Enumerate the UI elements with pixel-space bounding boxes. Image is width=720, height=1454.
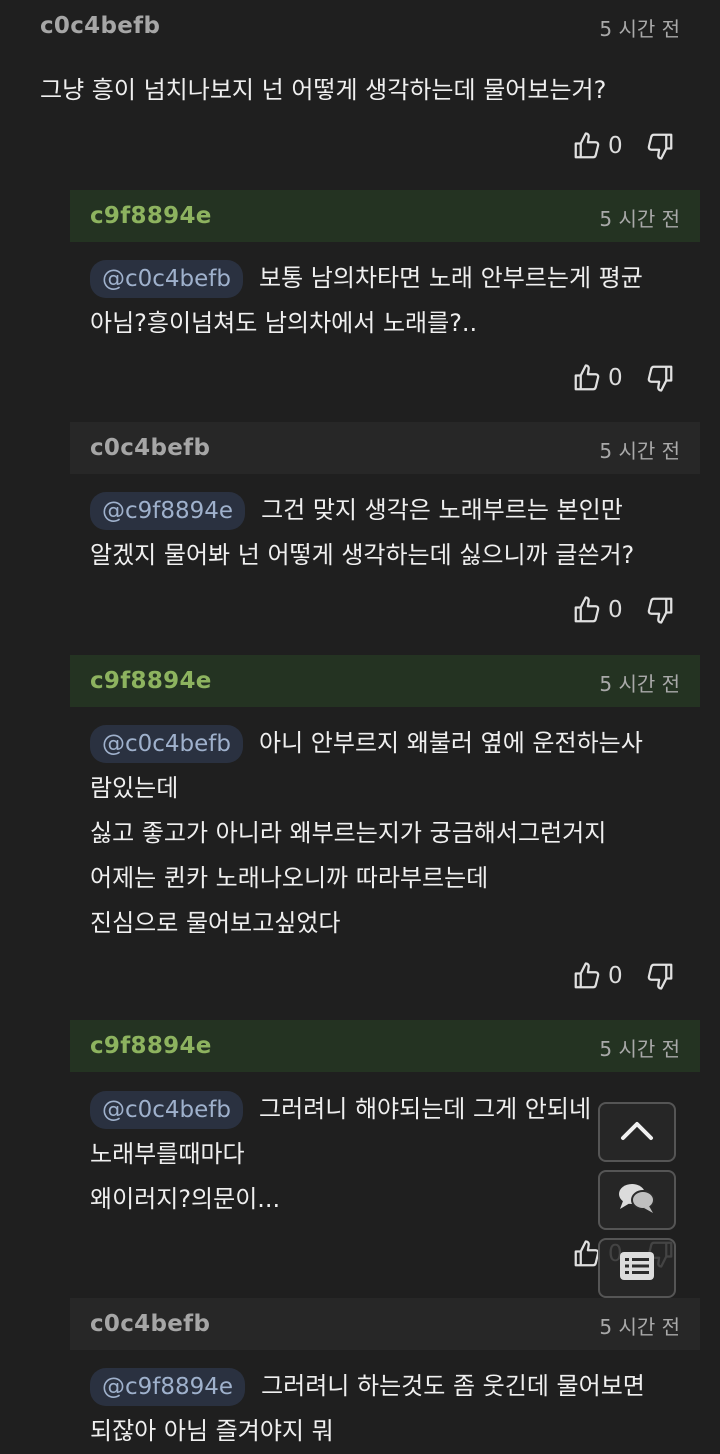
comments-button[interactable] bbox=[598, 1170, 676, 1230]
comment-text-line: 진심으로 물어보고싶었다 bbox=[90, 909, 341, 937]
mention-tag[interactable]: @c0c4befb bbox=[90, 260, 244, 298]
comment-body: 그냥 흥이 넘치나보지 넌 어떻게 생각하는데 물어보는거? bbox=[40, 68, 606, 113]
thumbs-up-icon[interactable] bbox=[572, 363, 602, 393]
comment-text-line: 되잖아 아님 즐겨야지 뭐 bbox=[90, 1417, 334, 1445]
comment-header: c0c4befb 5 시간 전 bbox=[20, 0, 700, 52]
comment-text-line: 노래부를때마다 bbox=[90, 1140, 245, 1168]
comment-text-line: 람있는데 bbox=[90, 774, 179, 802]
comment-text-line: 어제는 퀸카 노래나오니까 따라부르는데 bbox=[90, 864, 489, 892]
mention-tag[interactable]: @c9f8894e bbox=[90, 1368, 246, 1406]
thumbs-down-icon[interactable] bbox=[645, 961, 675, 991]
comment-author[interactable]: c9f8894e bbox=[90, 668, 212, 694]
reply-header: c9f8894e 5 시간 전 bbox=[70, 655, 700, 707]
comment-time: 5 시간 전 bbox=[599, 207, 680, 231]
scroll-top-button[interactable] bbox=[598, 1102, 676, 1162]
comment-text-line: 그러려니 해야되는데 그게 안되네 bbox=[259, 1095, 592, 1123]
comment-text-line: 아니 안부르지 왜불러 옆에 운전하는사 bbox=[259, 729, 643, 757]
reply-header: c0c4befb 5 시간 전 bbox=[70, 1298, 700, 1350]
vote-bar: 0 bbox=[572, 956, 675, 996]
comment-time: 5 시간 전 bbox=[599, 439, 680, 463]
comment-body: @c9f8894e 그러려니 하는것도 좀 웃긴데 물어보면 되잖아 아님 즐겨야… bbox=[90, 1364, 645, 1454]
chevron-up-icon bbox=[619, 1118, 655, 1146]
thumbs-up-icon[interactable] bbox=[572, 595, 602, 625]
vote-bar: 0 bbox=[572, 126, 675, 166]
like-count: 0 bbox=[608, 963, 623, 989]
comment-time: 5 시간 전 bbox=[599, 1315, 680, 1339]
mention-tag[interactable]: @c0c4befb bbox=[90, 1091, 244, 1129]
comment-body: @c9f8894e 그건 맞지 생각은 노래부르는 본인만 알겠지 물어봐 넌 어… bbox=[90, 488, 634, 578]
comment-author[interactable]: c9f8894e bbox=[90, 1033, 212, 1059]
like-count: 0 bbox=[608, 133, 623, 159]
comment-body: @c0c4befb 그러려니 해야되는데 그게 안되네 노래부를때마다 왜이러지?… bbox=[90, 1087, 591, 1222]
list-button[interactable] bbox=[598, 1238, 676, 1298]
comment-author[interactable]: c0c4befb bbox=[90, 435, 210, 461]
comment-time: 5 시간 전 bbox=[599, 672, 680, 696]
comment-text-line: 그러려니 하는것도 좀 웃긴데 물어보면 bbox=[261, 1372, 645, 1400]
comment-body: @c0c4befb 아니 안부르지 왜불러 옆에 운전하는사 람있는데 싫고 좋고… bbox=[90, 721, 643, 946]
vote-bar: 0 bbox=[572, 358, 675, 398]
comment-text-line: 싫고 좋고가 아니라 왜부르는지가 궁금해서그런거지 bbox=[90, 819, 607, 847]
comment-time: 5 시간 전 bbox=[599, 1037, 680, 1061]
thumbs-down-icon[interactable] bbox=[645, 131, 675, 161]
like-count: 0 bbox=[608, 365, 623, 391]
like-count: 0 bbox=[608, 597, 623, 623]
comment-time: 5 시간 전 bbox=[599, 17, 680, 41]
thumbs-up-icon[interactable] bbox=[572, 131, 602, 161]
comment-text-line: 보통 남의차타면 노래 안부르는게 평균 bbox=[259, 264, 643, 292]
comment-text-line: 알겠지 물어봐 넌 어떻게 생각하는데 싫으니까 글쓴거? bbox=[90, 541, 635, 569]
comment-text-line: 왜이러지?의문이... bbox=[90, 1185, 281, 1213]
chat-bubbles-icon bbox=[617, 1181, 657, 1219]
thumbs-up-icon[interactable] bbox=[572, 961, 602, 991]
thumbs-down-icon[interactable] bbox=[645, 595, 675, 625]
comment-body: @c0c4befb 보통 남의차타면 노래 안부르는게 평균 아님?흥이넘쳐도 남… bbox=[90, 256, 643, 346]
comment-text-line: 그냥 흥이 넘치나보지 넌 어떻게 생각하는데 물어보는거? bbox=[40, 76, 607, 104]
comment-author[interactable]: c9f8894e bbox=[90, 203, 212, 229]
comment-text-line: 그건 맞지 생각은 노래부르는 본인만 bbox=[261, 496, 623, 524]
mention-tag[interactable]: @c9f8894e bbox=[90, 492, 246, 530]
comment-author[interactable]: c0c4befb bbox=[40, 13, 160, 39]
reply-header: c9f8894e 5 시간 전 bbox=[70, 190, 700, 242]
vote-bar: 0 bbox=[572, 590, 675, 630]
thumbs-down-icon[interactable] bbox=[645, 363, 675, 393]
reply-header: c9f8894e 5 시간 전 bbox=[70, 1020, 700, 1072]
comment-author[interactable]: c0c4befb bbox=[90, 1311, 210, 1337]
reply-header: c0c4befb 5 시간 전 bbox=[70, 422, 700, 474]
mention-tag[interactable]: @c0c4befb bbox=[90, 725, 244, 763]
comment-text-line: 아님?흥이넘쳐도 남의차에서 노래를?.. bbox=[90, 309, 478, 337]
list-icon bbox=[618, 1250, 656, 1286]
